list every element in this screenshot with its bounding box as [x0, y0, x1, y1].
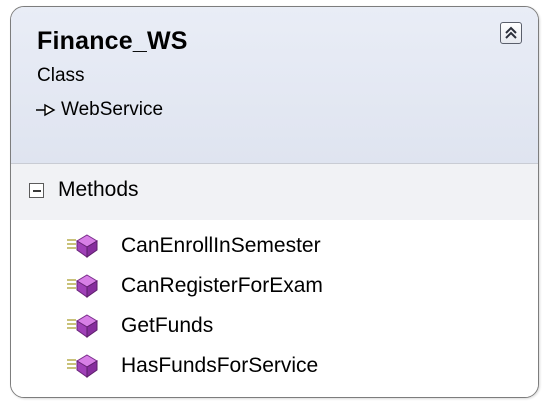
public-method-icon — [67, 314, 98, 338]
class-header: Finance_WS Class WebService — [11, 7, 538, 164]
method-item[interactable]: CanEnrollInSemester — [11, 226, 538, 266]
methods-list: CanEnrollInSemester CanRegisterForExam G… — [11, 226, 538, 386]
inheritance-arrow-icon — [36, 103, 56, 117]
method-name: HasFundsForService — [121, 354, 319, 377]
base-type: WebService — [35, 99, 163, 121]
method-item[interactable]: CanRegisterForExam — [11, 266, 538, 306]
method-name: CanEnrollInSemester — [121, 234, 321, 257]
collapse-button[interactable] — [500, 22, 522, 44]
method-name: GetFunds — [121, 314, 214, 337]
double-chevron-up-icon — [505, 26, 517, 39]
method-name: CanRegisterForExam — [121, 274, 323, 297]
minus-box-icon[interactable] — [29, 183, 44, 198]
class-body: Methods CanEnrollInSemester CanRegisterF… — [11, 164, 538, 397]
class-shape[interactable]: Finance_WS Class WebService Methods CanE… — [10, 6, 539, 398]
public-method-icon — [67, 234, 98, 258]
public-method-icon — [67, 274, 98, 298]
method-item[interactable]: GetFunds — [11, 306, 538, 346]
method-item[interactable]: HasFundsForService — [11, 346, 538, 386]
base-type-label: WebService — [61, 99, 164, 120]
class-name[interactable]: Finance_WS — [37, 27, 188, 56]
methods-section-header[interactable]: Methods — [11, 164, 538, 220]
section-label: Methods — [58, 178, 139, 201]
public-method-icon — [67, 354, 98, 378]
class-stereotype: Class — [37, 65, 85, 86]
